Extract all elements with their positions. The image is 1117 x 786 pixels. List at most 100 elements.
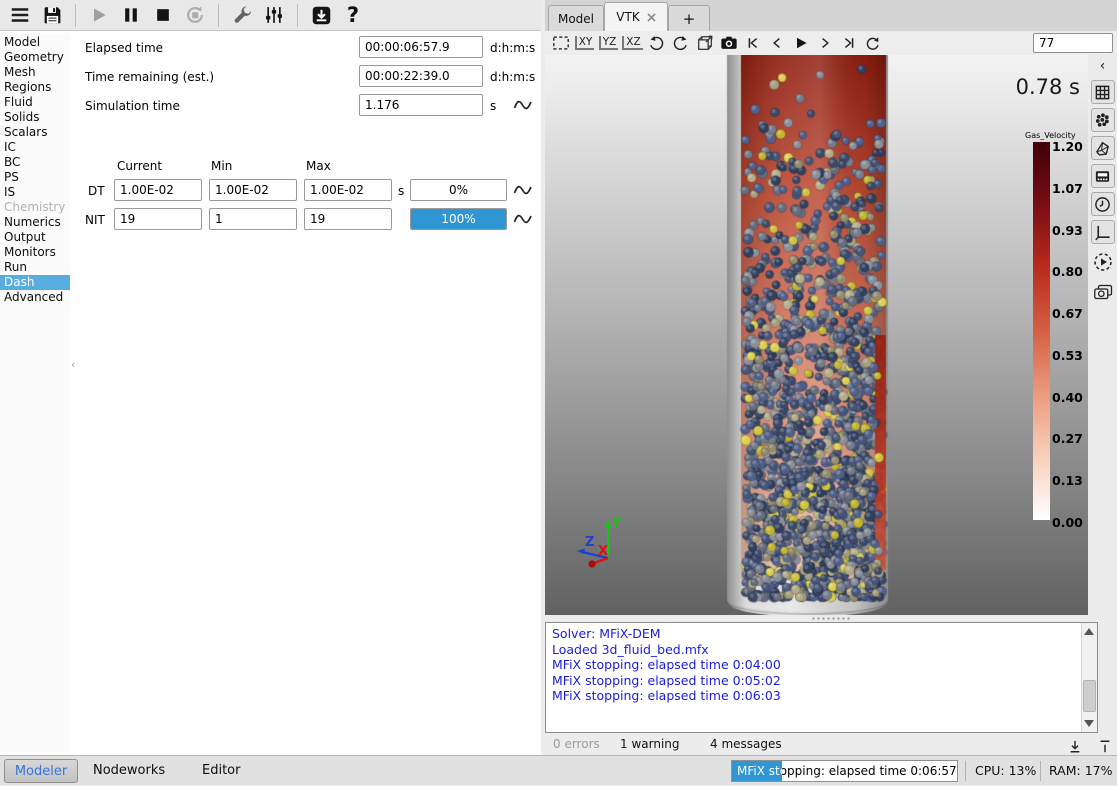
sidebar-item[interactable]: Numerics (0, 215, 70, 230)
sidebar-item[interactable]: PS (0, 170, 70, 185)
warning-count[interactable]: 1 warning (620, 737, 680, 751)
toolbar-separator (75, 4, 76, 27)
camera-button[interactable] (718, 33, 739, 53)
view-xy-button[interactable]: XY (574, 33, 595, 53)
geometry-button[interactable] (1091, 136, 1115, 160)
console-line: MFiX stopping: elapsed time 0:04:00 (552, 657, 1091, 673)
sidebar-item[interactable]: Model (0, 35, 70, 50)
fit-view-button[interactable] (550, 33, 571, 53)
snapshot-button[interactable] (1091, 280, 1115, 304)
menu-button[interactable] (4, 2, 36, 29)
record-video-button[interactable] (1091, 250, 1115, 274)
axes-toggle-button[interactable] (1091, 220, 1115, 244)
console-splitter-handle[interactable] (811, 616, 851, 621)
view-yz-icon: YZ (599, 36, 619, 50)
axis-y-label: Y (611, 516, 622, 531)
main-toolbar: ? (0, 0, 541, 31)
sidebar-item[interactable]: Monitors (0, 245, 70, 260)
tab-add[interactable]: + (668, 5, 710, 31)
simulation-time-overlay: 0.78 s (1016, 75, 1080, 99)
frame-number-input[interactable] (1033, 33, 1113, 53)
rotate-right-icon (672, 35, 689, 52)
scroll-to-top-button[interactable] (1095, 735, 1115, 753)
build-button[interactable] (226, 2, 258, 29)
pause-button[interactable] (115, 2, 147, 29)
modeler-label: Modeler (15, 764, 67, 779)
stop-button[interactable] (147, 2, 179, 29)
mode-button-nodeworks[interactable]: Nodeworks (93, 756, 165, 786)
pane-splitter-handle[interactable]: ‹ (71, 358, 75, 371)
sidebar-item[interactable]: Chemistry (0, 200, 70, 215)
collapse-panel-icon[interactable]: ‹ (1100, 58, 1106, 76)
sidebar-item[interactable]: Dash (0, 275, 70, 290)
colorbar-tick-label: 0.80 (1052, 265, 1088, 278)
progress-fill: MFiX stopping: elapsed time 0:06:57 (732, 761, 782, 781)
sidebar-item[interactable]: Output (0, 230, 70, 245)
rotate-left-icon (648, 35, 665, 52)
save-button[interactable] (36, 2, 68, 29)
export-button[interactable] (305, 2, 337, 29)
sidebar-item[interactable]: Mesh (0, 65, 70, 80)
nit-current-field[interactable] (114, 208, 202, 230)
next-frame-button[interactable] (814, 33, 835, 53)
sidebar-item[interactable]: Geometry (0, 50, 70, 65)
sidebar-item[interactable]: Advanced (0, 290, 70, 305)
sidebar-item[interactable]: Scalars (0, 125, 70, 140)
scalar-bar-button[interactable] (1091, 164, 1115, 188)
simulation-time-field[interactable] (359, 94, 483, 116)
particles-icon (1094, 112, 1111, 129)
run-button[interactable] (83, 2, 115, 29)
view-xz-button[interactable]: XZ (622, 33, 643, 53)
sidebar-item[interactable]: Solids (0, 110, 70, 125)
console-scrollbar[interactable] (1081, 623, 1097, 732)
perspective-button[interactable] (694, 33, 715, 53)
sidebar-item[interactable]: Regions (0, 80, 70, 95)
dt-max-field[interactable] (304, 179, 392, 201)
help-button[interactable]: ? (337, 2, 369, 29)
grid-cells-button[interactable] (1091, 80, 1115, 104)
message-count[interactable]: 4 messages (710, 737, 782, 751)
sidebar-item[interactable]: IS (0, 185, 70, 200)
vtk-toolbar: XY YZ XZ (545, 31, 1117, 55)
close-icon[interactable] (647, 13, 656, 22)
first-frame-button[interactable] (742, 33, 763, 53)
particles-button[interactable] (1091, 108, 1115, 132)
scrollbar-thumb[interactable] (1083, 680, 1096, 712)
plot-icon[interactable] (513, 182, 535, 197)
sidebar-item[interactable]: Run (0, 260, 70, 275)
sidebar-item[interactable]: IC (0, 140, 70, 155)
console-output[interactable]: Solver: MFiX-DEMLoaded 3d_fluid_bed.mfxM… (545, 622, 1098, 733)
orientation-axes-widget: Y Z X (573, 507, 635, 571)
mode-button-modeler[interactable]: Modeler (4, 759, 78, 783)
settings-button[interactable] (258, 2, 290, 29)
sidebar-item[interactable]: BC (0, 155, 70, 170)
pause-icon (121, 5, 141, 25)
mode-button-editor[interactable]: Editor (202, 756, 240, 786)
reload-frames-button[interactable] (862, 33, 883, 53)
tab-vtk[interactable]: VTK (604, 2, 668, 31)
scroll-down-arrow[interactable] (1084, 720, 1094, 727)
vtk-3d-view[interactable]: 0.78 s Gas_Velocity 1.201.070.930.800.67… (545, 55, 1088, 615)
view-yz-button[interactable]: YZ (598, 33, 619, 53)
toolbar-separator (297, 4, 298, 27)
dt-min-field[interactable] (209, 179, 297, 201)
time-display-button[interactable] (1091, 192, 1115, 216)
reset-button[interactable] (179, 2, 211, 29)
dt-current-field[interactable] (114, 179, 202, 201)
time-remaining-field[interactable] (359, 65, 483, 87)
rotate-left-button[interactable] (646, 33, 667, 53)
rotate-right-button[interactable] (670, 33, 691, 53)
play-frames-button[interactable] (790, 33, 811, 53)
plot-icon[interactable] (513, 97, 535, 112)
prev-frame-button[interactable] (766, 33, 787, 53)
nit-min-field[interactable] (209, 208, 297, 230)
last-frame-button[interactable] (838, 33, 859, 53)
nit-max-field[interactable] (304, 208, 392, 230)
scroll-up-arrow[interactable] (1084, 628, 1094, 635)
elapsed-time-field[interactable] (359, 36, 483, 58)
scroll-to-bottom-button[interactable] (1065, 735, 1085, 753)
console-status-row: 0 errors 1 warning 4 messages (545, 733, 1117, 755)
plot-icon[interactable] (513, 211, 535, 226)
sidebar-item[interactable]: Fluid (0, 95, 70, 110)
tab-model[interactable]: Model (548, 5, 604, 31)
